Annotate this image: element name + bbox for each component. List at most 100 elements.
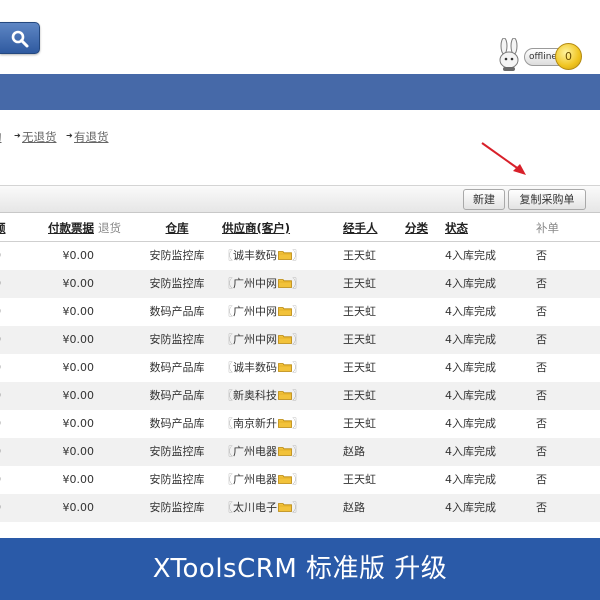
filter-link-purchase[interactable]: 购 [0, 129, 2, 145]
bracket-open: 〖 [222, 305, 233, 318]
cell-status: 4入库完成 [445, 249, 496, 262]
cell-amount: 0 [0, 466, 8, 494]
cell-amount: 0 [0, 382, 8, 410]
cell-supplier[interactable]: 〖广州电器 〗 [222, 438, 312, 466]
folder-icon[interactable] [278, 278, 292, 288]
cell-handler: 王天虹 [343, 249, 376, 262]
bracket-open: 〖 [222, 417, 233, 430]
cell-supplier[interactable]: 〖广州中网 〗 [222, 326, 312, 354]
cell-amount: 0 [0, 410, 8, 438]
supplier-name: 南京新升 [233, 417, 277, 430]
folder-icon[interactable] [278, 390, 292, 400]
arrow-bullet-icon: ➜ [66, 131, 73, 140]
filter-link-no-return[interactable]: 无退货 [22, 129, 57, 145]
column-header-status[interactable]: 状态 [445, 214, 505, 242]
cell-supplement: 否 [536, 473, 547, 486]
folder-icon[interactable] [278, 362, 292, 372]
supplier-name: 广州电器 [233, 473, 277, 486]
supplier-name: 太川电子 [233, 501, 277, 514]
cell-status: 4入库完成 [445, 277, 496, 290]
cell-handler: 王天虹 [343, 361, 376, 374]
cell-payment: ¥0.00 [62, 445, 95, 458]
cell-supplement: 否 [536, 333, 547, 346]
cell-warehouse: 数码产品库 [149, 361, 205, 374]
cell-supplier[interactable]: 〖广州电器 〗 [222, 466, 312, 494]
folder-icon[interactable] [278, 250, 292, 260]
supplier-name: 广州中网 [233, 277, 277, 290]
table-row[interactable]: 0 ¥0.00 数码产品库 〖新奥科技 〗 王天虹 4入库完成 否 [0, 382, 600, 410]
bracket-open: 〖 [222, 473, 233, 486]
cell-supplier[interactable]: 〖广州中网 〗 [222, 298, 312, 326]
cell-status: 4入库完成 [445, 417, 496, 430]
bracket-close: 〗 [292, 501, 303, 514]
annotation-arrow-icon [481, 142, 526, 175]
cell-amount: 0 [0, 270, 8, 298]
cell-supplier[interactable]: 〖南京新升 〗 [222, 410, 312, 438]
notification-count-badge[interactable]: 0 [555, 43, 582, 70]
folder-icon[interactable] [278, 418, 292, 428]
cell-handler: 赵路 [343, 445, 365, 458]
table-header: 额 付款票据 退货 仓库 供应商(客户) 经手人 分类 状态 补单 [0, 214, 600, 242]
table-row[interactable]: 0 ¥0.00 数码产品库 〖诚丰数码 〗 王天虹 4入库完成 否 [0, 354, 600, 382]
cell-supplement: 否 [536, 277, 547, 290]
bracket-open: 〖 [222, 277, 233, 290]
cell-supplier[interactable]: 〖诚丰数码 〗 [222, 242, 312, 270]
table-row[interactable]: 0 ¥0.00 数码产品库 〖南京新升 〗 王天虹 4入库完成 否 [0, 410, 600, 438]
arrow-bullet-icon: ➜ [14, 131, 21, 140]
table-row[interactable]: 0 ¥0.00 安防监控库 〖广州中网 〗 王天虹 4入库完成 否 [0, 326, 600, 354]
product-banner: XToolsCRM 标准版 升级 [0, 538, 600, 600]
bracket-open: 〖 [222, 249, 233, 262]
supplier-name: 新奥科技 [233, 389, 277, 402]
table-row[interactable]: 0 ¥0.00 安防监控库 〖广州电器 〗 赵路 4入库完成 否 [0, 438, 600, 466]
table-row[interactable]: 0 ¥0.00 安防监控库 〖广州中网 〗 王天虹 4入库完成 否 [0, 270, 600, 298]
table-row[interactable]: 0 ¥0.00 数码产品库 〖广州中网 〗 王天虹 4入库完成 否 [0, 298, 600, 326]
cell-payment: ¥0.00 [62, 501, 95, 514]
cell-payment: ¥0.00 [62, 417, 95, 430]
cell-handler: 王天虹 [343, 277, 376, 290]
cell-supplement: 否 [536, 445, 547, 458]
cell-status: 4入库完成 [445, 333, 496, 346]
bracket-close: 〗 [292, 361, 303, 374]
column-header-supplier[interactable]: 供应商(客户) [222, 214, 312, 242]
folder-icon[interactable] [278, 334, 292, 344]
bracket-close: 〗 [292, 249, 303, 262]
cell-payment: ¥0.00 [62, 473, 95, 486]
table-row[interactable]: 0 ¥0.00 安防监控库 〖太川电子 〗 赵路 4入库完成 否 [0, 494, 600, 522]
cell-amount: 0 [0, 438, 8, 466]
bracket-close: 〗 [292, 445, 303, 458]
cell-supplier[interactable]: 〖诚丰数码 〗 [222, 354, 312, 382]
table-row[interactable]: 0 ¥0.00 安防监控库 〖诚丰数码 〗 王天虹 4入库完成 否 [0, 242, 600, 270]
folder-icon[interactable] [278, 446, 292, 456]
cell-handler: 王天虹 [343, 333, 376, 346]
table-row[interactable]: 0 ¥0.00 安防监控库 〖广州电器 〗 王天虹 4入库完成 否 [0, 466, 600, 494]
folder-icon[interactable] [278, 306, 292, 316]
folder-icon[interactable] [278, 502, 292, 512]
cell-warehouse: 安防监控库 [149, 473, 205, 486]
presence-status-text: offline [529, 52, 557, 62]
cell-handler: 赵路 [343, 501, 365, 514]
cell-warehouse: 数码产品库 [149, 389, 205, 402]
cell-warehouse: 数码产品库 [149, 305, 205, 318]
cell-handler: 王天虹 [343, 389, 376, 402]
bracket-close: 〗 [292, 305, 303, 318]
column-header-category[interactable]: 分类 [405, 214, 431, 242]
bracket-open: 〖 [222, 445, 233, 458]
column-header-return: 退货 [98, 221, 121, 235]
cell-supplier[interactable]: 〖太川电子 〗 [222, 494, 312, 522]
column-header-warehouse[interactable]: 仓库 [142, 214, 212, 242]
copy-purchase-order-button[interactable]: 复制采购单 [508, 189, 586, 210]
filter-link-has-return[interactable]: 有退货 [74, 129, 109, 145]
cell-supplement: 否 [536, 249, 547, 262]
cell-supplier[interactable]: 〖新奥科技 〗 [222, 382, 312, 410]
cell-payment: ¥0.00 [62, 389, 95, 402]
column-header-amount[interactable]: 额 [0, 214, 8, 242]
folder-icon[interactable] [278, 474, 292, 484]
search-button[interactable] [0, 22, 40, 54]
column-header-handler[interactable]: 经手人 [343, 214, 389, 242]
cell-supplier[interactable]: 〖广州中网 〗 [222, 270, 312, 298]
supplier-name: 诚丰数码 [233, 249, 277, 262]
column-header-payment[interactable]: 付款票据 [40, 214, 94, 242]
cell-warehouse: 数码产品库 [149, 417, 205, 430]
cell-warehouse: 安防监控库 [149, 501, 205, 514]
new-button[interactable]: 新建 [463, 189, 505, 210]
